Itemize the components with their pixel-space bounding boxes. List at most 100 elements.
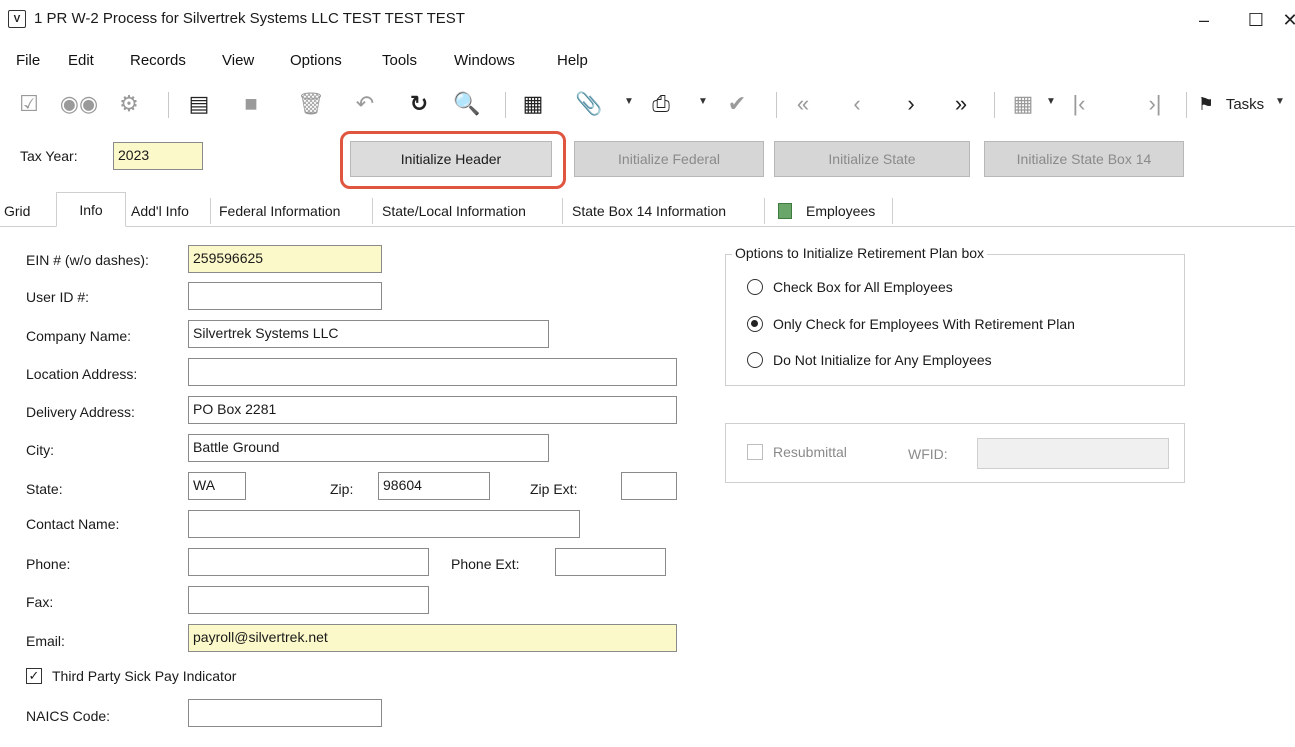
initialize-header-button[interactable]: Initialize Header bbox=[350, 141, 552, 177]
fax-input[interactable] bbox=[188, 586, 429, 614]
zip-label: Zip: bbox=[330, 481, 354, 497]
menu-records[interactable]: Records bbox=[130, 52, 186, 69]
email-input[interactable]: payroll@silvertrek.net bbox=[188, 624, 677, 652]
tab-employees[interactable]: Employees bbox=[806, 196, 875, 226]
tab-separator bbox=[892, 198, 893, 224]
title-bar: V 1 PR W-2 Process for Silvertrek System… bbox=[0, 0, 1295, 40]
toolbar-separator bbox=[505, 92, 506, 118]
tab-addl-info[interactable]: Add'l Info bbox=[131, 196, 189, 226]
third-party-sick-pay-checkbox[interactable]: ✓ bbox=[26, 668, 42, 684]
city-input[interactable]: Battle Ground bbox=[188, 434, 549, 462]
ein-label: EIN # (w/o dashes): bbox=[26, 252, 149, 268]
last-record-icon[interactable]: » bbox=[946, 90, 976, 118]
tab-state-box14-information[interactable]: State Box 14 Information bbox=[572, 196, 726, 226]
tab-separator bbox=[562, 198, 563, 224]
menu-help[interactable]: Help bbox=[557, 52, 588, 69]
initialize-state-button[interactable]: Initialize State bbox=[774, 141, 970, 177]
attachment-icon[interactable]: 📎 bbox=[574, 90, 604, 118]
tab-separator bbox=[372, 198, 373, 224]
search-icon[interactable]: 🔍 bbox=[452, 90, 482, 118]
radio-check-all[interactable] bbox=[747, 279, 763, 295]
fax-label: Fax: bbox=[26, 594, 54, 610]
phone-ext-label: Phone Ext: bbox=[451, 556, 520, 572]
tab-strip-line bbox=[0, 226, 1295, 227]
print-dropdown-icon[interactable]: ▼ bbox=[698, 96, 708, 107]
spellcheck-icon[interactable]: ✔ bbox=[722, 90, 752, 118]
radio-do-not-initialize-label[interactable]: Do Not Initialize for Any Employees bbox=[773, 352, 992, 368]
zip-ext-input[interactable] bbox=[621, 472, 677, 500]
zip-ext-label: Zip Ext: bbox=[530, 481, 578, 497]
attachment-dropdown-icon[interactable]: ▼ bbox=[624, 96, 634, 107]
next-record-icon[interactable]: › bbox=[896, 90, 926, 118]
undo-icon[interactable]: ↶ bbox=[350, 90, 380, 118]
menu-options[interactable]: Options bbox=[290, 52, 342, 69]
zip-input[interactable]: 98604 bbox=[378, 472, 490, 500]
radio-check-all-label[interactable]: Check Box for All Employees bbox=[773, 279, 953, 295]
delivery-address-input[interactable]: PO Box 2281 bbox=[188, 396, 677, 424]
resubmittal-checkbox[interactable] bbox=[747, 444, 763, 460]
phone-label: Phone: bbox=[26, 556, 71, 572]
retirement-options-title: Options to Initialize Retirement Plan bo… bbox=[732, 245, 988, 261]
flag-icon: ⚑ bbox=[1197, 93, 1215, 114]
tasks-menu[interactable]: Tasks bbox=[1220, 90, 1270, 118]
maximize-button[interactable]: ☐ bbox=[1236, 6, 1276, 34]
menu-windows[interactable]: Windows bbox=[454, 52, 515, 69]
binoculars-icon[interactable]: ◉◉ bbox=[60, 90, 98, 118]
go-first-icon[interactable]: |‹ bbox=[1064, 90, 1094, 118]
grid-dropdown-icon[interactable]: ▼ bbox=[1046, 96, 1056, 107]
menu-edit[interactable]: Edit bbox=[68, 52, 94, 69]
menu-view[interactable]: View bbox=[222, 52, 254, 69]
go-last-icon[interactable]: ›| bbox=[1140, 90, 1170, 118]
menu-file[interactable]: File bbox=[16, 52, 40, 69]
phone-ext-input[interactable] bbox=[555, 548, 666, 576]
state-input[interactable]: WA bbox=[188, 472, 246, 500]
settings-check-icon[interactable]: ⚙ bbox=[114, 90, 144, 118]
radio-do-not-initialize[interactable] bbox=[747, 352, 763, 368]
window-title: 1 PR W-2 Process for Silvertrek Systems … bbox=[34, 10, 465, 27]
tab-info[interactable]: Info bbox=[56, 192, 126, 227]
first-record-icon[interactable]: « bbox=[788, 90, 818, 118]
user-id-input[interactable] bbox=[188, 282, 382, 310]
tab-state-local-information[interactable]: State/Local Information bbox=[382, 196, 526, 226]
toolbar-separator bbox=[1186, 92, 1187, 118]
ein-input[interactable]: 259596625 bbox=[188, 245, 382, 273]
contact-name-input[interactable] bbox=[188, 510, 580, 538]
minimize-button[interactable]: – bbox=[1184, 6, 1224, 34]
tax-year-input[interactable]: 2023 bbox=[113, 142, 203, 170]
print-icon[interactable]: ⎙ bbox=[646, 90, 676, 118]
naics-code-label: NAICS Code: bbox=[26, 708, 111, 724]
initialize-state-box14-button[interactable]: Initialize State Box 14 bbox=[984, 141, 1184, 177]
location-address-input[interactable] bbox=[188, 358, 677, 386]
tasks-dropdown-icon[interactable]: ▼ bbox=[1275, 96, 1285, 107]
grid-settings-icon[interactable]: ▦ bbox=[1008, 90, 1038, 118]
approve-icon[interactable]: ☑ bbox=[14, 90, 44, 118]
delivery-address-label: Delivery Address: bbox=[26, 404, 135, 420]
radio-only-with-plan-label[interactable]: Only Check for Employees With Retirement… bbox=[773, 316, 1075, 332]
app-icon: V bbox=[8, 10, 26, 28]
previous-record-icon[interactable]: ‹ bbox=[842, 90, 872, 118]
tab-separator bbox=[764, 198, 765, 224]
delete-icon[interactable]: 🗑 bbox=[296, 90, 326, 118]
naics-code-input[interactable] bbox=[188, 699, 382, 727]
refresh-icon[interactable]: ↻ bbox=[404, 90, 434, 118]
company-name-input[interactable]: Silvertrek Systems LLC bbox=[188, 320, 549, 348]
new-document-icon[interactable]: ▤ bbox=[184, 90, 214, 118]
menu-tools[interactable]: Tools bbox=[382, 52, 417, 69]
tab-separator bbox=[210, 198, 211, 224]
close-button[interactable]: ✕ bbox=[1280, 6, 1295, 34]
menu-bar: File Edit Records View Options Tools Win… bbox=[0, 46, 1295, 76]
toolbar-separator bbox=[168, 92, 169, 118]
radio-only-with-plan[interactable] bbox=[747, 316, 763, 332]
state-label: State: bbox=[26, 481, 63, 497]
calculator-icon[interactable]: ▦ bbox=[518, 90, 548, 118]
save-icon[interactable]: ■ bbox=[236, 90, 266, 118]
tab-federal-information[interactable]: Federal Information bbox=[219, 196, 340, 226]
tab-grid[interactable]: Grid bbox=[4, 196, 30, 226]
city-label: City: bbox=[26, 442, 54, 458]
phone-input[interactable] bbox=[188, 548, 429, 576]
wfid-label: WFID: bbox=[908, 446, 948, 462]
initialize-federal-button[interactable]: Initialize Federal bbox=[574, 141, 764, 177]
resubmittal-label: Resubmittal bbox=[773, 444, 847, 460]
third-party-sick-pay-label: Third Party Sick Pay Indicator bbox=[52, 668, 237, 684]
wfid-input[interactable] bbox=[977, 438, 1169, 469]
